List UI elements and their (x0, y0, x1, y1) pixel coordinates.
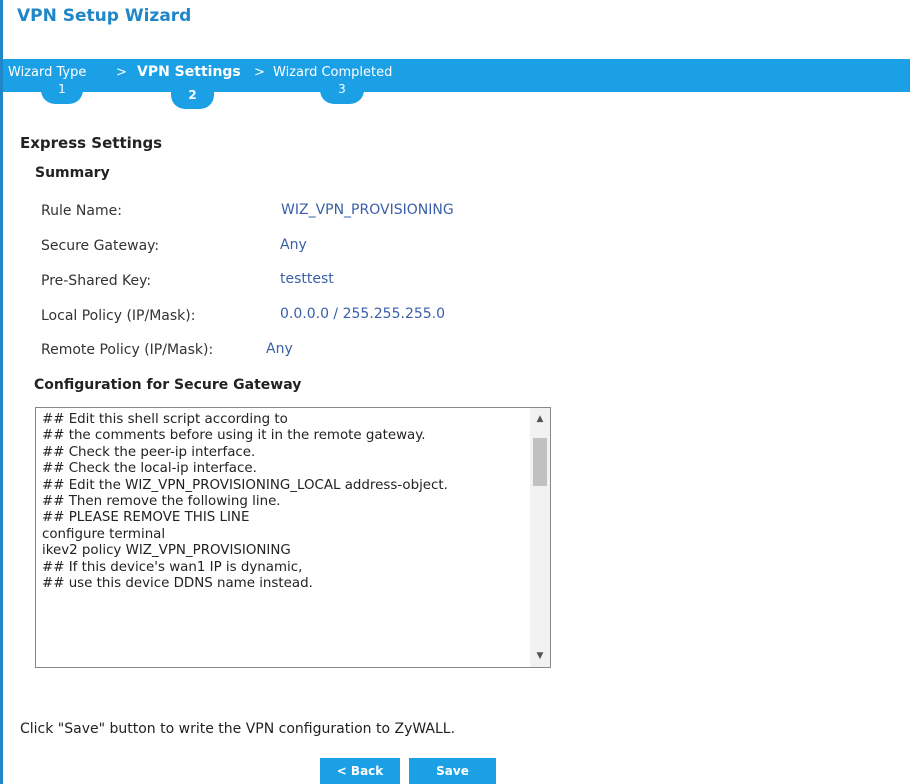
step-number-3: 3 (320, 80, 364, 104)
rule-name-label: Rule Name: (41, 203, 122, 219)
remote-policy-value: Any (266, 341, 293, 357)
back-button[interactable]: < Back (320, 758, 400, 784)
scrollbar-thumb[interactable] (533, 438, 547, 486)
step-separator-icon: > (254, 65, 265, 80)
wizard-step-bar: Wizard Type > VPN Settings > Wizard Comp… (3, 59, 910, 92)
gateway-script-textarea[interactable]: ## Edit this shell script according to #… (35, 407, 551, 668)
step-number-2: 2 (171, 80, 214, 109)
pre-shared-key-value: testtest (280, 271, 334, 287)
step-wizard-completed: Wizard Completed (273, 65, 393, 80)
script-scrollbar[interactable]: ▲ ▼ (530, 408, 550, 667)
secure-gateway-value: Any (280, 237, 307, 253)
local-policy-label: Local Policy (IP/Mask): (41, 308, 196, 324)
step-separator-icon: > (116, 65, 127, 80)
window-title: VPN Setup Wizard (17, 6, 192, 26)
save-button[interactable]: Save (409, 758, 496, 784)
step-number-1: 1 (41, 80, 83, 104)
secure-gateway-label: Secure Gateway: (41, 238, 160, 254)
window-left-border (0, 0, 3, 784)
scroll-down-icon[interactable]: ▼ (530, 648, 550, 664)
pre-shared-key-label: Pre-Shared Key: (41, 273, 152, 289)
summary-heading: Summary (35, 165, 110, 181)
step-wizard-type: Wizard Type (8, 65, 87, 80)
save-instruction-text: Click "Save" button to write the VPN con… (20, 721, 456, 737)
express-settings-heading: Express Settings (20, 134, 163, 152)
rule-name-value: WIZ_VPN_PROVISIONING (281, 202, 454, 218)
scroll-up-icon[interactable]: ▲ (530, 411, 550, 427)
configuration-heading: Configuration for Secure Gateway (34, 377, 302, 393)
step-vpn-settings: VPN Settings (137, 64, 241, 80)
gateway-script-text[interactable]: ## Edit this shell script according to #… (42, 412, 526, 592)
remote-policy-label: Remote Policy (IP/Mask): (41, 342, 214, 358)
local-policy-value: 0.0.0.0 / 255.255.255.0 (280, 306, 446, 322)
